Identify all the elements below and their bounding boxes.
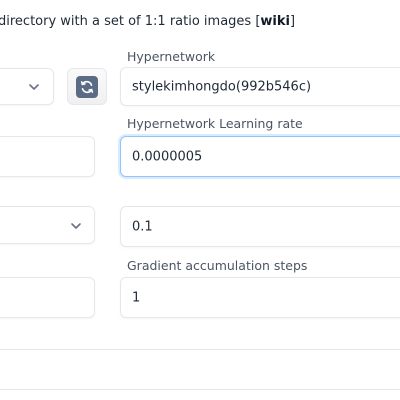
left-input-1[interactable] bbox=[0, 136, 95, 177]
left-input-2[interactable] bbox=[0, 277, 95, 318]
chevron-down-icon bbox=[29, 84, 39, 90]
third-field-value: 0.1 bbox=[132, 219, 153, 234]
hypernetwork-select[interactable]: stylekimhongdo(992b546c) bbox=[120, 67, 400, 106]
left-select-2[interactable] bbox=[0, 206, 95, 244]
numeric-input-0-1[interactable]: 0.1 bbox=[120, 206, 400, 247]
description-text: directory with a set of 1:1 ratio images… bbox=[0, 14, 261, 29]
left-select-1[interactable] bbox=[0, 68, 54, 105]
refresh-icon bbox=[76, 75, 98, 98]
section-divider bbox=[0, 349, 400, 350]
refresh-hypernetworks-button[interactable] bbox=[67, 68, 107, 105]
gradient-accumulation-value: 1 bbox=[132, 290, 141, 305]
gradient-accumulation-label: Gradient accumulation steps bbox=[127, 258, 308, 273]
learning-rate-label: Hypernetwork Learning rate bbox=[127, 116, 303, 131]
hypernetwork-learning-rate-input[interactable]: 0.0000005 bbox=[120, 136, 400, 177]
learning-rate-value: 0.0000005 bbox=[132, 149, 203, 164]
wiki-link[interactable]: wiki bbox=[260, 14, 290, 29]
description-end: ] bbox=[289, 14, 296, 29]
section-divider bbox=[0, 389, 400, 390]
train-settings-panel: directory with a set of 1:1 ratio images… bbox=[0, 0, 400, 400]
hypernetwork-label: Hypernetwork bbox=[127, 49, 216, 64]
dataset-directory-description: directory with a set of 1:1 ratio images… bbox=[0, 14, 295, 29]
chevron-down-icon bbox=[71, 223, 81, 229]
hypernetwork-value: stylekimhongdo(992b546c) bbox=[132, 79, 312, 94]
gradient-accumulation-steps-input[interactable]: 1 bbox=[120, 277, 400, 318]
